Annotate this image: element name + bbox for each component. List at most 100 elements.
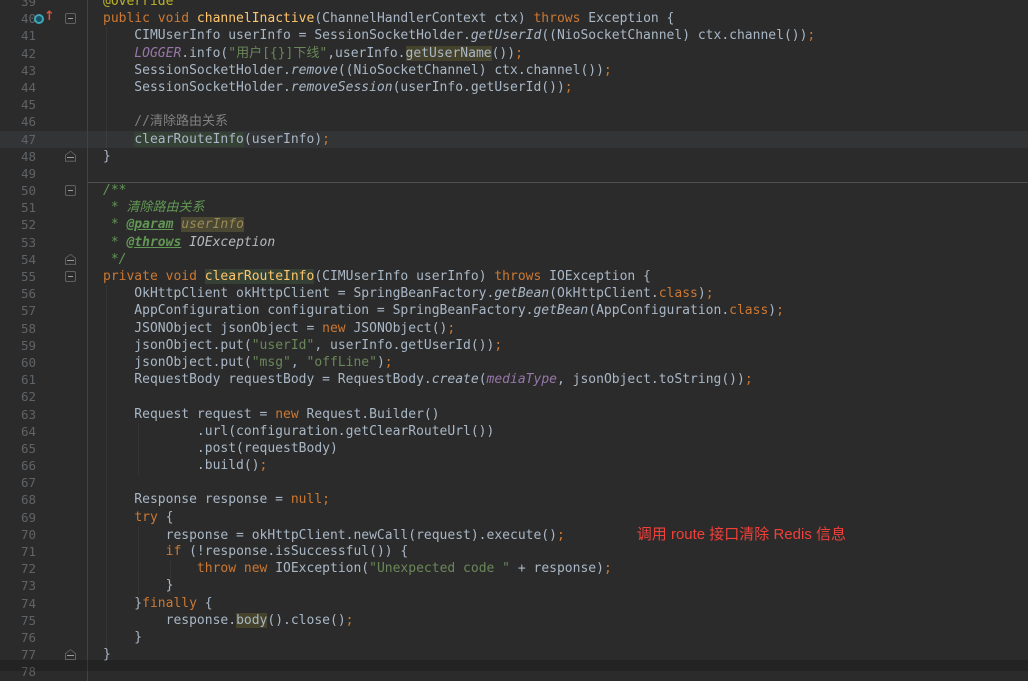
- code-line[interactable]: 44 SessionSocketHolder.removeSession(use…: [0, 78, 1028, 97]
- code-line-text[interactable]: * @throws IOException: [88, 234, 1028, 251]
- line-number[interactable]: 70: [6, 526, 36, 543]
- code-line[interactable]: 56 OkHttpClient okHttpClient = SpringBea…: [0, 285, 1028, 303]
- line-number[interactable]: 55: [6, 268, 36, 285]
- editor-gutter[interactable]: 57: [0, 302, 88, 320]
- code-line-text[interactable]: }finally {: [88, 595, 1028, 612]
- line-number[interactable]: 68: [6, 491, 36, 508]
- code-line[interactable]: 40 ↑ public void channelInactive(ChannelHa…: [0, 10, 1028, 28]
- line-number[interactable]: 40: [6, 10, 36, 27]
- code-line[interactable]: 39 @Override: [0, 0, 1028, 11]
- code-line-text[interactable]: * 清除路由关系: [88, 199, 1028, 216]
- code-line-text[interactable]: Request request = new Request.Builder(): [88, 406, 1028, 423]
- line-number[interactable]: 48: [6, 148, 36, 165]
- code-line[interactable]: 65 .post(requestBody): [0, 439, 1028, 458]
- editor-gutter[interactable]: 64: [0, 422, 88, 440]
- code-line-text[interactable]: SessionSocketHolder.removeSession(userIn…: [88, 79, 1028, 96]
- code-line-text[interactable]: .post(requestBody): [88, 440, 1028, 457]
- line-number[interactable]: 45: [6, 96, 36, 113]
- line-number[interactable]: 47: [6, 131, 36, 148]
- code-line-text[interactable]: [88, 96, 1028, 113]
- code-editor[interactable]: 39 @Override 40 ↑ public void channelInactiv…: [0, 0, 1028, 681]
- code-line-text[interactable]: .build();: [88, 457, 1028, 474]
- line-number[interactable]: 49: [6, 165, 36, 182]
- code-line-text[interactable]: * @param userInfo: [88, 216, 1028, 233]
- line-number[interactable]: 43: [6, 62, 36, 79]
- line-number[interactable]: 63: [6, 406, 36, 423]
- line-number[interactable]: 72: [6, 560, 36, 577]
- code-line-text[interactable]: AppConfiguration configuration = SpringB…: [88, 302, 1028, 319]
- code-line[interactable]: 67: [0, 474, 1028, 492]
- line-number[interactable]: 59: [6, 337, 36, 354]
- code-line-text[interactable]: if (!response.isSuccessful()) {: [88, 543, 1028, 560]
- code-line[interactable]: 69 try {: [0, 508, 1028, 526]
- editor-gutter[interactable]: 53: [0, 233, 88, 251]
- editor-gutter[interactable]: 60: [0, 353, 88, 372]
- code-line[interactable]: 49: [0, 164, 1028, 183]
- editor-gutter[interactable]: 67: [0, 474, 88, 492]
- code-line-text[interactable]: }: [88, 629, 1028, 646]
- code-line[interactable]: 50 /**: [0, 182, 1028, 200]
- code-line[interactable]: 42 LOGGER.info("用户[{}]下线",userInfo.getUs…: [0, 44, 1028, 62]
- code-line-text[interactable]: }: [88, 148, 1028, 165]
- override-method-icon[interactable]: ↑: [34, 10, 58, 25]
- editor-gutter[interactable]: 63: [0, 405, 88, 423]
- code-line-text[interactable]: JSONObject jsonObject = new JSONObject()…: [88, 320, 1028, 337]
- code-line-text[interactable]: //清除路由关系: [88, 113, 1028, 130]
- line-number[interactable]: 60: [6, 354, 36, 371]
- editor-gutter[interactable]: 45: [0, 96, 88, 114]
- fold-collapse-end-icon[interactable]: [65, 253, 76, 265]
- code-line-text[interactable]: */: [88, 251, 1028, 268]
- editor-gutter[interactable]: 58: [0, 319, 88, 337]
- line-number[interactable]: 50: [6, 182, 36, 199]
- editor-gutter[interactable]: 56: [0, 285, 88, 303]
- editor-gutter[interactable]: 59: [0, 336, 88, 354]
- code-line[interactable]: 71 if (!response.isSuccessful()) {: [0, 543, 1028, 561]
- code-line[interactable]: 51 * 清除路由关系: [0, 199, 1028, 217]
- editor-gutter[interactable]: 73: [0, 577, 88, 595]
- line-number[interactable]: 42: [6, 45, 36, 62]
- code-line[interactable]: 52 * @param userInfo: [0, 216, 1028, 234]
- line-number[interactable]: 66: [6, 457, 36, 474]
- editor-gutter[interactable]: 66: [0, 457, 88, 475]
- line-number[interactable]: 65: [6, 440, 36, 457]
- code-line[interactable]: 75 response.body().close();: [0, 611, 1028, 629]
- line-number[interactable]: 75: [6, 612, 36, 629]
- line-number[interactable]: 61: [6, 371, 36, 388]
- editor-gutter[interactable]: 47: [0, 130, 88, 148]
- code-line[interactable]: 74 }finally {: [0, 594, 1028, 612]
- line-number[interactable]: 58: [6, 320, 36, 337]
- code-line[interactable]: 63 Request request = new Request.Builder…: [0, 405, 1028, 423]
- code-line-text[interactable]: try {: [88, 509, 1028, 526]
- editor-gutter[interactable]: 50: [0, 182, 88, 200]
- line-number[interactable]: 52: [6, 216, 36, 233]
- line-number[interactable]: 54: [6, 251, 36, 268]
- code-line-text[interactable]: SessionSocketHolder.remove((NioSocketCha…: [88, 62, 1028, 79]
- editor-gutter[interactable]: 71: [0, 543, 88, 561]
- code-line[interactable]: 68 Response response = null;: [0, 491, 1028, 509]
- code-line-text[interactable]: OkHttpClient okHttpClient = SpringBeanFa…: [88, 285, 1028, 302]
- editor-gutter[interactable]: 72: [0, 560, 88, 578]
- fold-collapse-icon[interactable]: [65, 185, 76, 197]
- editor-gutter[interactable]: 76: [0, 628, 88, 647]
- code-line[interactable]: 46 //清除路由关系: [0, 113, 1028, 131]
- code-line-text[interactable]: .url(configuration.getClearRouteUrl()): [88, 423, 1028, 440]
- fold-collapse-end-icon[interactable]: [65, 150, 76, 162]
- line-number[interactable]: 46: [6, 113, 36, 130]
- editor-gutter[interactable]: 55: [0, 268, 88, 286]
- editor-gutter[interactable]: 48: [0, 147, 88, 165]
- editor-gutter[interactable]: 69: [0, 508, 88, 526]
- line-number[interactable]: 39: [6, 0, 36, 10]
- editor-gutter[interactable]: 43: [0, 61, 88, 79]
- code-line[interactable]: 53 * @throws IOException: [0, 233, 1028, 251]
- line-number[interactable]: 76: [6, 629, 36, 646]
- code-line[interactable]: 57 AppConfiguration configuration = Spri…: [0, 302, 1028, 320]
- code-line-text[interactable]: RequestBody requestBody = RequestBody.cr…: [88, 371, 1028, 388]
- line-number[interactable]: 69: [6, 509, 36, 526]
- line-number[interactable]: 41: [6, 27, 36, 44]
- code-line-text[interactable]: LOGGER.info("用户[{}]下线",userInfo.getUserN…: [88, 45, 1028, 62]
- line-number[interactable]: 44: [6, 79, 36, 96]
- code-line[interactable]: 54 */: [0, 250, 1028, 268]
- code-line[interactable]: 58 JSONObject jsonObject = new JSONObjec…: [0, 319, 1028, 337]
- code-line-text[interactable]: [88, 165, 1028, 182]
- code-line-text[interactable]: public void channelInactive(ChannelHandl…: [88, 10, 1028, 27]
